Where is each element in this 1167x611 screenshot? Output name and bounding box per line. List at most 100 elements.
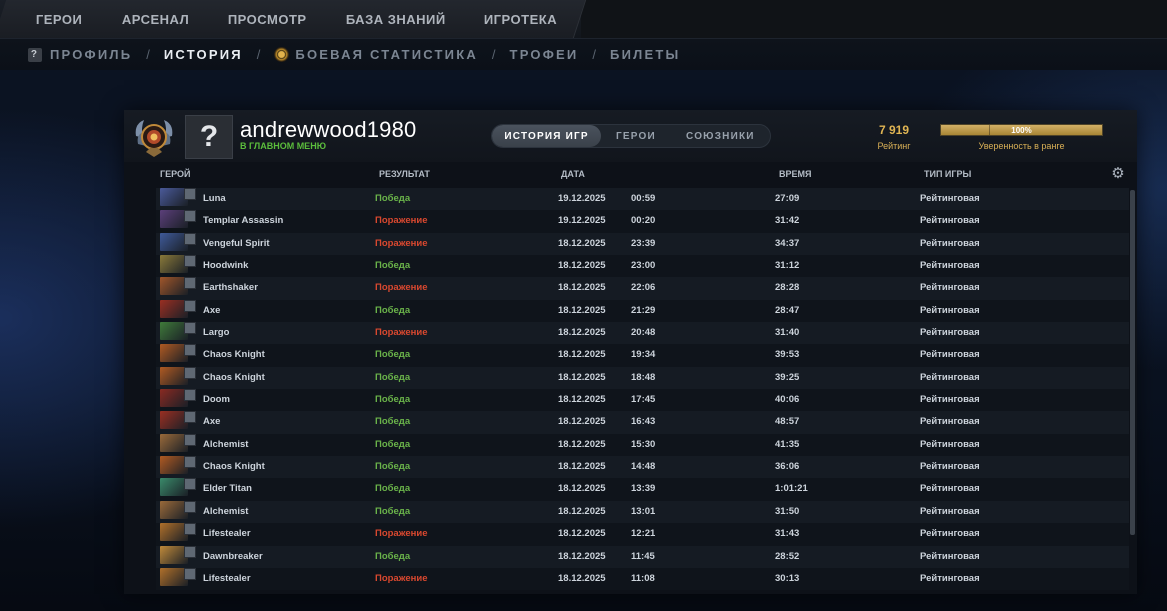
table-row[interactable]: Earthshaker Поражение 18.12.2025 22:06 28:28… [156, 277, 1129, 300]
subnav-history-label: ИСТОРИЯ [163, 47, 243, 62]
tab-arsenal-label: АРСЕНАЛ [121, 11, 189, 27]
rank-confidence-value: 100% [1011, 126, 1032, 135]
match-date: 18.12.2025 [558, 260, 606, 272]
match-duration: 31:42 [775, 215, 800, 227]
table-row[interactable]: Axe Победа 18.12.2025 16:43 48:57 Рейтинговая [156, 411, 1129, 434]
rank-confidence-bar: 100% [940, 124, 1103, 136]
table-row[interactable]: Alchemist Победа 18.12.2025 13:01 31:50 Рейти… [156, 500, 1129, 524]
match-time: 12:21 [631, 528, 656, 540]
match-duration: 40:06 [775, 394, 800, 406]
table-row[interactable]: Dawnbreaker Победа 18.12.2025 11:45 28:52 Рей… [156, 545, 1129, 568]
match-duration: 39:25 [775, 371, 800, 383]
role-icon [184, 344, 196, 357]
game-type: Рейтинговая [920, 505, 980, 517]
match-date: 18.12.2025 [558, 371, 606, 383]
profile-question-icon: ? [28, 47, 42, 62]
match-time: 19:34 [631, 349, 656, 361]
match-date: 19.12.2025 [558, 193, 606, 204]
table-row[interactable]: Elder Titan Победа 18.12.2025 13:39 1:01:21 Р… [156, 478, 1129, 501]
match-duration: 31:43 [775, 528, 800, 540]
match-history-panel: ? andrewwood1980 В ГЛАВНОМ МЕНЮ ИСТОРИЯ … [124, 110, 1137, 594]
match-date: 18.12.2025 [558, 461, 606, 473]
player-status: В ГЛАВНОМ МЕНЮ [240, 141, 326, 151]
scrollbar[interactable] [1130, 190, 1135, 535]
match-result: Победа [375, 394, 411, 406]
match-result: Победа [375, 193, 411, 204]
role-icon [184, 366, 196, 379]
seg-heroes[interactable]: ГЕРОИ [601, 125, 671, 147]
top-nav: ГЕРОИ АРСЕНАЛ ПРОСМОТР БАЗА ЗНАНИЙ ИГРОТ… [0, 0, 1167, 38]
table-row[interactable]: Axe Победа 18.12.2025 21:29 28:47 Рейтинговая [156, 299, 1129, 323]
hero-name: Alchemist [203, 438, 249, 450]
subnav-battle-stats[interactable]: БОЕВАЯ СТАТИСТИКА [274, 47, 478, 62]
avatar[interactable]: ? [185, 115, 233, 159]
match-time: 20:48 [631, 327, 656, 339]
table-row[interactable]: Vengeful Spirit Поражение 18.12.2025 23:39 3… [156, 232, 1129, 256]
table-row[interactable]: Luna Победа 19.12.2025 00:59 27:09 Рейтингова… [156, 188, 1129, 211]
tab-arcade[interactable]: ИГРОТЕКА [456, 0, 587, 38]
game-type: Рейтинговая [920, 282, 980, 294]
game-type: Рейтинговая [920, 528, 980, 540]
hero-name: Templar Assassin [203, 215, 284, 227]
table-row[interactable]: Chaos Knight Победа 18.12.2025 19:34 39:53 Ре… [156, 344, 1129, 367]
match-date: 18.12.2025 [558, 483, 606, 495]
hero-name: Vengeful Spirit [203, 237, 270, 249]
game-type: Рейтинговая [920, 327, 980, 339]
subnav-profile-label: ПРОФИЛЬ [50, 47, 133, 62]
subnav-tickets-label: БИЛЕТЫ [610, 47, 681, 62]
subnav-profile[interactable]: ? ПРОФИЛЬ [28, 47, 132, 62]
match-time: 23:39 [631, 237, 656, 249]
table-row[interactable]: Hoodwink Победа 18.12.2025 23:00 31:12 Рейтин… [156, 255, 1129, 278]
match-duration: 31:50 [775, 505, 800, 517]
seg-allies[interactable]: СОЮЗНИКИ [671, 125, 770, 147]
role-icon [184, 500, 196, 513]
match-date: 18.12.2025 [558, 282, 606, 294]
hero-name: Lifestealer [203, 572, 251, 584]
tab-knowledge-base[interactable]: БАЗА ЗНАНИЙ [317, 0, 475, 38]
table-row[interactable]: Templar Assassin Поражение 19.12.2025 00:20… [156, 210, 1129, 233]
col-game-type[interactable]: ТИП ИГРЫ [924, 169, 971, 179]
game-type: Рейтинговая [920, 438, 980, 450]
match-result: Поражение [375, 327, 428, 339]
tab-knowledge-base-label: БАЗА ЗНАНИЙ [345, 11, 446, 27]
tab-arsenal[interactable]: АРСЕНАЛ [93, 0, 219, 38]
col-duration[interactable]: ВРЕМЯ [779, 169, 811, 179]
role-icon [184, 389, 196, 402]
tab-watch-label: ПРОСМОТР [227, 11, 307, 27]
table-row[interactable]: Lifestealer Поражение 18.12.2025 12:21 31:43… [156, 523, 1129, 546]
hero-name: Axe [203, 416, 221, 428]
subnav-tickets[interactable]: БИЛЕТЫ [610, 47, 680, 62]
table-row[interactable]: Lifestealer Поражение 18.12.2025 11:08 30:13… [156, 567, 1129, 591]
role-icon [184, 322, 196, 335]
col-result[interactable]: РЕЗУЛЬТАТ [379, 169, 430, 179]
hero-name: Largo [203, 327, 230, 339]
settings-gear-icon[interactable]: ⚙ [1110, 166, 1126, 182]
col-hero[interactable]: ГЕРОЙ [160, 169, 190, 179]
match-date: 18.12.2025 [558, 416, 606, 428]
match-result: Поражение [375, 215, 428, 227]
col-date[interactable]: ДАТА [561, 169, 585, 179]
match-time: 00:20 [631, 215, 656, 227]
match-list: Luna Победа 19.12.2025 00:59 27:09 Рейтингова… [156, 188, 1129, 591]
tab-watch[interactable]: ПРОСМОТР [199, 0, 336, 38]
role-icon [184, 523, 196, 536]
table-row[interactable]: Largo Поражение 18.12.2025 20:48 31:40 Рейтин… [156, 322, 1129, 345]
match-result: Победа [375, 371, 411, 383]
hero-name: Hoodwink [203, 260, 249, 272]
table-row[interactable]: Alchemist Победа 18.12.2025 15:30 41:35 Рейти… [156, 433, 1129, 457]
match-duration: 31:40 [775, 327, 800, 339]
table-row[interactable]: Doom Победа 18.12.2025 17:45 40:06 Рейтингова… [156, 389, 1129, 412]
seg-match-history[interactable]: ИСТОРИЯ ИГР [492, 125, 602, 147]
match-date: 18.12.2025 [558, 237, 606, 249]
table-row[interactable]: Chaos Knight Победа 18.12.2025 14:48 36:06 Ре… [156, 456, 1129, 479]
game-type: Рейтинговая [920, 483, 980, 495]
match-time: 13:39 [631, 483, 656, 495]
table-row[interactable]: Chaos Knight Победа 18.12.2025 18:48 39:25 Ре… [156, 366, 1129, 390]
game-type: Рейтинговая [920, 304, 980, 316]
tab-heroes-label: ГЕРОИ [36, 11, 83, 27]
match-duration: 34:37 [775, 237, 800, 249]
subnav-trophies[interactable]: ТРОФЕИ [510, 47, 579, 62]
match-duration: 48:57 [775, 416, 800, 428]
subnav-history[interactable]: ИСТОРИЯ [164, 47, 243, 62]
hero-name: Earthshaker [203, 282, 258, 294]
